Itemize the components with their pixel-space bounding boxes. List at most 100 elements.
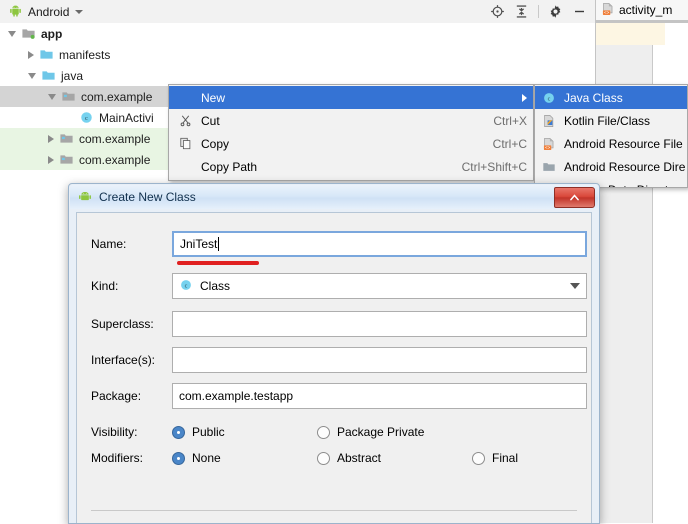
context-menu-item-cut[interactable]: Cut Ctrl+X (169, 109, 533, 132)
radio-label: None (192, 451, 221, 465)
editor-tab-label: activity_m (619, 3, 673, 17)
chevron-down-icon[interactable] (75, 9, 84, 14)
submenu-item-android-resource-file[interactable]: <> Android Resource File (535, 132, 687, 155)
svg-text:c: c (85, 115, 88, 122)
radio-indicator[interactable] (472, 451, 485, 465)
tree-label: com.example (81, 89, 153, 104)
submenu-item-kotlin-file-class[interactable]: Kotlin File/Class (535, 109, 687, 132)
svg-text:<>: <> (604, 10, 610, 15)
create-new-class-dialog[interactable]: Create New Class Name: JniTest Kind: c C… (68, 183, 600, 524)
chevron-down-icon[interactable] (570, 283, 580, 289)
project-view-label: Android (28, 4, 70, 19)
field-row-visibility: Visibility: Public Package Private (77, 419, 591, 445)
chevron-right-icon[interactable] (48, 134, 54, 143)
tree-label: java (61, 68, 84, 83)
visibility-label: Visibility: (91, 425, 138, 439)
context-menu-item-copy[interactable]: Copy Ctrl+C (169, 132, 533, 155)
field-row-superclass: Superclass: (77, 311, 591, 337)
kind-label: Kind: (91, 279, 119, 293)
radio-label: Package Private (337, 425, 425, 439)
interfaces-input[interactable] (172, 347, 587, 373)
submenu-item-java-class[interactable]: c Java Class (535, 86, 687, 109)
dialog-separator (91, 510, 577, 511)
locate-icon[interactable] (490, 4, 505, 19)
package-input[interactable]: com.example.testapp (172, 383, 587, 409)
tree-row-java[interactable]: java (0, 65, 595, 86)
tree-label: com.example (79, 131, 151, 146)
project-view-selector[interactable]: Android (0, 4, 84, 20)
svg-text:c: c (548, 96, 551, 102)
tree-label: com.example (79, 152, 151, 167)
superclass-input[interactable] (172, 311, 587, 337)
radio-visibility-public[interactable]: Public (172, 425, 317, 439)
dialog-title-label: Create New Class (99, 190, 196, 204)
field-row-name: Name: JniTest (77, 231, 591, 257)
radio-indicator[interactable] (172, 425, 185, 439)
package-icon (59, 152, 74, 167)
minimize-icon[interactable] (572, 4, 587, 19)
close-icon[interactable] (554, 187, 595, 208)
context-menu-shortcut: Ctrl+X (493, 113, 527, 128)
tree-row-manifests[interactable]: manifests (0, 44, 595, 65)
chevron-right-icon (522, 93, 527, 102)
project-toolbar: Android (0, 0, 595, 24)
submenu-item-android-resource-directory[interactable]: Android Resource Dire (535, 155, 687, 178)
tree-label: app (41, 26, 63, 41)
name-input[interactable]: JniTest (172, 231, 587, 257)
new-submenu[interactable]: c Java Class Kotlin File/Class <> Androi… (534, 84, 688, 188)
field-row-modifiers: Modifiers: None Abstract Final (77, 445, 591, 471)
tree-row-app[interactable]: app (0, 23, 595, 44)
radio-modifier-none[interactable]: None (172, 451, 317, 465)
copy-icon (177, 137, 193, 150)
field-row-package: Package: com.example.testapp (77, 383, 591, 409)
interfaces-label: Interface(s): (91, 353, 156, 367)
radio-modifier-abstract[interactable]: Abstract (317, 451, 472, 465)
editor-tab-activity-main[interactable]: <> activity_m (595, 0, 688, 21)
chevron-down-icon[interactable] (28, 72, 36, 79)
collapse-all-icon[interactable] (514, 4, 529, 19)
kind-dropdown[interactable]: c Class (172, 273, 587, 299)
field-row-kind: Kind: c Class (77, 273, 591, 299)
context-menu-shortcut: Ctrl+Shift+C (461, 159, 527, 174)
chevron-right-icon[interactable] (28, 50, 34, 59)
context-menu-label: Cut (201, 113, 220, 128)
context-menu-item-new[interactable]: New (169, 86, 533, 109)
submenu-label: Android Resource Dire (564, 159, 686, 174)
xml-resource-file-icon: <> (541, 137, 557, 151)
scissors-icon (177, 114, 193, 127)
svg-text:<>: <> (545, 145, 551, 150)
package-label: Package: (91, 389, 142, 403)
radio-label: Abstract (337, 451, 382, 465)
submenu-label: Android Resource File (564, 136, 683, 151)
chevron-down-icon[interactable] (8, 30, 16, 37)
radio-visibility-package-private[interactable]: Package Private (317, 425, 424, 439)
radio-indicator[interactable] (172, 451, 185, 465)
xml-layout-file-icon: <> (601, 2, 615, 19)
superclass-label: Superclass: (91, 317, 154, 331)
package-input-value: com.example.testapp (179, 389, 294, 403)
radio-indicator[interactable] (317, 451, 330, 465)
package-icon (59, 131, 74, 146)
context-menu-item-copy-path[interactable]: Copy Path Ctrl+Shift+C (169, 155, 533, 178)
context-menu[interactable]: New Cut Ctrl+X Copy Ctrl+C Copy Path Ctr… (168, 84, 534, 181)
java-class-icon: c (179, 278, 193, 295)
chevron-down-icon[interactable] (48, 93, 56, 100)
name-underline-annotation (177, 261, 259, 265)
folder-icon (541, 160, 557, 174)
chevron-right-icon[interactable] (48, 155, 54, 164)
tree-label: manifests (59, 47, 111, 62)
context-menu-label: Copy (201, 136, 230, 151)
text-caret (218, 237, 220, 251)
field-row-interfaces: Interface(s): (77, 347, 591, 373)
submenu-label: Java Class (564, 90, 623, 105)
radio-modifier-final[interactable]: Final (472, 451, 518, 465)
name-label: Name: (91, 237, 127, 251)
submenu-label: Kotlin File/Class (564, 113, 651, 128)
name-input-value: JniTest (180, 237, 218, 251)
gear-icon[interactable] (548, 4, 563, 19)
dialog-titlebar[interactable]: Create New Class (70, 185, 598, 209)
radio-indicator[interactable] (317, 425, 330, 439)
kind-value: Class (200, 279, 231, 293)
modifiers-label: Modifiers: (91, 451, 144, 465)
dialog-body: Name: JniTest Kind: c Class Superclass: … (76, 212, 592, 523)
